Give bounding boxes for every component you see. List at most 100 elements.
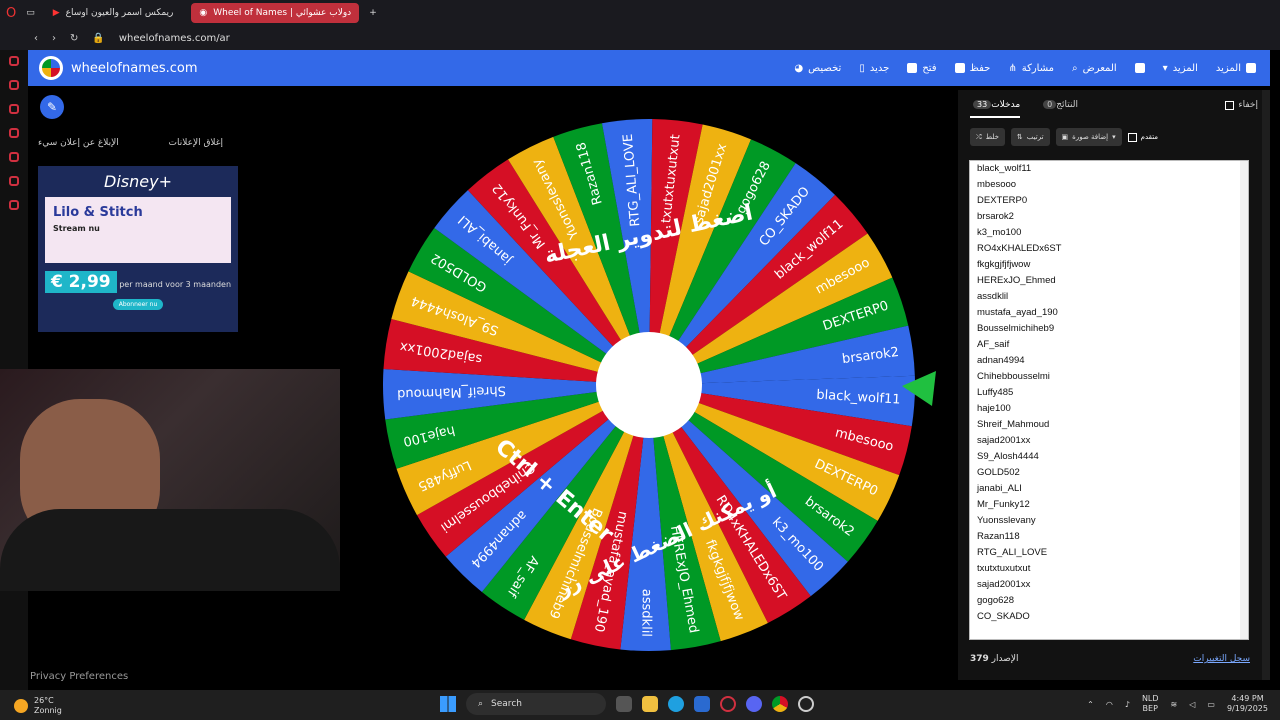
entries-scrollbar[interactable]: [1240, 161, 1248, 639]
entries-textarea[interactable]: black_wolf11 mbesooo DEXTERP0 brsarok2 k3_mo…: [969, 160, 1249, 640]
entry-line[interactable]: haje100: [970, 401, 1248, 417]
hide-toggle[interactable]: إخفاء: [1225, 100, 1258, 110]
sidebar-messenger-icon[interactable]: [9, 104, 19, 114]
windows-start-icon[interactable]: [440, 696, 456, 712]
page-scrollbar[interactable]: [1262, 90, 1270, 680]
chrome-icon[interactable]: [772, 696, 788, 712]
entry-line[interactable]: RO4xKHALEDx6ST: [970, 241, 1248, 257]
ad-cta-button[interactable]: Abonneer nu: [113, 299, 163, 310]
entry-line[interactable]: GOLD502: [970, 465, 1248, 481]
spinning-wheel[interactable]: black_wolf11mbesoooDEXTERP0brsarok2k3_mo…: [380, 116, 940, 656]
discord-icon[interactable]: [746, 696, 762, 712]
entry-line[interactable]: janabi_ALI: [970, 481, 1248, 497]
sidebar-history-icon[interactable]: [9, 56, 19, 66]
sidebar-music-icon[interactable]: [9, 128, 19, 138]
menu-share[interactable]: مشاركة ⋔: [1008, 63, 1054, 74]
sidebar-bag-icon[interactable]: [9, 80, 19, 90]
task-view-icon[interactable]: [616, 696, 632, 712]
entry-line[interactable]: txutxtuxutxut: [970, 561, 1248, 577]
tab-music[interactable]: ▶ ريمكس اسمر والعيون اوساع: [45, 3, 182, 23]
clock[interactable]: 4:49 PM 9/19/2025: [1227, 694, 1268, 714]
advanced-toggle[interactable]: متقدم: [1127, 132, 1158, 142]
mic-icon[interactable]: ♪: [1125, 700, 1130, 709]
entry-line[interactable]: black_wolf11: [970, 161, 1248, 177]
forward-icon[interactable]: ›: [52, 33, 56, 44]
entry-line[interactable]: S9_Alosh4444: [970, 449, 1248, 465]
wheel-area[interactable]: black_wolf11 mbesooo DEXTERP0 brsarok2 k3_mo…: [380, 116, 940, 656]
changelog-link[interactable]: سجل التغييرات: [1193, 654, 1250, 664]
entry-line[interactable]: k3_mo100: [970, 225, 1248, 241]
entry-line[interactable]: assdklil: [970, 289, 1248, 305]
weather-widget[interactable]: 26°C Zonnig: [14, 696, 62, 716]
tab-wheel[interactable]: ◉ Wheel of Names | دولاب عشوائي: [191, 3, 360, 23]
volume-icon[interactable]: ◁: [1189, 700, 1195, 709]
add-image-button[interactable]: ▣ إضافة صورة ▾: [1055, 128, 1122, 146]
privacy-preferences-link[interactable]: Privacy Preferences: [30, 671, 128, 682]
store-icon[interactable]: [694, 696, 710, 712]
tab-entries[interactable]: مدخلات33: [970, 100, 1021, 118]
app-icon[interactable]: [798, 696, 814, 712]
entry-line[interactable]: mbesooo: [970, 177, 1248, 193]
entry-line[interactable]: DEXTERP0: [970, 193, 1248, 209]
entry-line[interactable]: sajad2001xx: [970, 577, 1248, 593]
entry-line[interactable]: brsarok2: [970, 209, 1248, 225]
wheel-center[interactable]: [596, 332, 702, 438]
tab-label: ريمكس اسمر والعيون اوساع: [65, 8, 174, 18]
entry-line[interactable]: Razan118: [970, 529, 1248, 545]
entry-line[interactable]: Shreif_Mahmoud: [970, 417, 1248, 433]
advanced-checkbox[interactable]: [1127, 132, 1137, 142]
entry-line[interactable]: gogo628: [970, 593, 1248, 609]
opera-logo-icon[interactable]: O: [6, 6, 16, 21]
tabs-menu-icon[interactable]: ▭: [26, 8, 35, 18]
advertisement[interactable]: Disney+ Lilo & Stitch Stream nu € 2,99 p…: [38, 166, 238, 332]
menu-customize[interactable]: تخصيص ◕: [794, 63, 841, 74]
file-explorer-icon[interactable]: [642, 696, 658, 712]
back-icon[interactable]: ‹: [34, 33, 38, 44]
sidebar-twitch-icon[interactable]: [9, 152, 19, 162]
entry-line[interactable]: Yuonsslevany: [970, 513, 1248, 529]
reload-icon[interactable]: ↻: [70, 33, 78, 44]
close-ads-link[interactable]: إغلاق الإعلانات: [168, 138, 223, 148]
entry-line[interactable]: AF_saif: [970, 337, 1248, 353]
edge-icon[interactable]: [668, 696, 684, 712]
entry-line[interactable]: RTG_ALI_LOVE: [970, 545, 1248, 561]
battery-icon[interactable]: ▭: [1207, 700, 1215, 709]
entry-line[interactable]: Mr_Funky12: [970, 497, 1248, 513]
shuffle-button[interactable]: ⤮ خلط: [970, 128, 1005, 146]
tab-bar: O ▭ ▶ ريمكس اسمر والعيون اوساع ◉ Wheel o…: [0, 0, 1280, 26]
edit-button[interactable]: ✎: [40, 95, 64, 119]
entry-line[interactable]: fkgkgjfjfjwow: [970, 257, 1248, 273]
menu-save[interactable]: حفظ: [954, 63, 990, 74]
taskbar-search[interactable]: ⌕ Search: [466, 693, 606, 715]
site-header: wheelofnames.com المزيد المزيد ▾ المعرض ⌕ …: [28, 50, 1270, 86]
menu-language[interactable]: المزيد: [1216, 63, 1256, 74]
menu-more[interactable]: المزيد ▾: [1163, 63, 1198, 74]
chevron-up-icon[interactable]: ⌃: [1087, 700, 1094, 709]
url-field[interactable]: wheelofnames.com/ar: [119, 33, 230, 44]
hide-checkbox[interactable]: [1225, 100, 1235, 110]
new-tab-icon[interactable]: +: [369, 8, 377, 18]
menu-fullscreen[interactable]: [1134, 63, 1145, 73]
opera-icon[interactable]: [720, 696, 736, 712]
menu-new[interactable]: جديد ▯: [859, 63, 889, 74]
site-name[interactable]: wheelofnames.com: [71, 61, 198, 76]
menu-open[interactable]: فتح: [907, 63, 937, 74]
report-ad-link[interactable]: الإبلاغ عن إعلان سيء: [38, 138, 119, 148]
sort-button[interactable]: ⇅ ترتيب: [1010, 128, 1050, 146]
entry-line[interactable]: mustafa_ayad_190: [970, 305, 1248, 321]
entry-line[interactable]: Chihebbousselmi: [970, 369, 1248, 385]
tab-results[interactable]: النتائج0: [1040, 100, 1078, 110]
entry-line[interactable]: sajad2001xx: [970, 433, 1248, 449]
entry-line[interactable]: Luffy485: [970, 385, 1248, 401]
entry-line[interactable]: HERExJO_Ehmed: [970, 273, 1248, 289]
sidebar-settings-icon[interactable]: [9, 200, 19, 210]
keyboard-language[interactable]: NLD BEP: [1142, 694, 1159, 714]
wheel-logo-icon[interactable]: [39, 56, 63, 80]
menu-gallery[interactable]: المعرض ⌕: [1072, 63, 1117, 74]
entry-line[interactable]: CO_SKADO: [970, 609, 1248, 625]
entry-line[interactable]: Bousselmichiheb9: [970, 321, 1248, 337]
network-icon[interactable]: ◠: [1106, 700, 1113, 709]
entry-line[interactable]: adnan4994: [970, 353, 1248, 369]
sidebar-clock-icon[interactable]: [9, 176, 19, 186]
wifi-icon[interactable]: ≋: [1171, 700, 1178, 709]
